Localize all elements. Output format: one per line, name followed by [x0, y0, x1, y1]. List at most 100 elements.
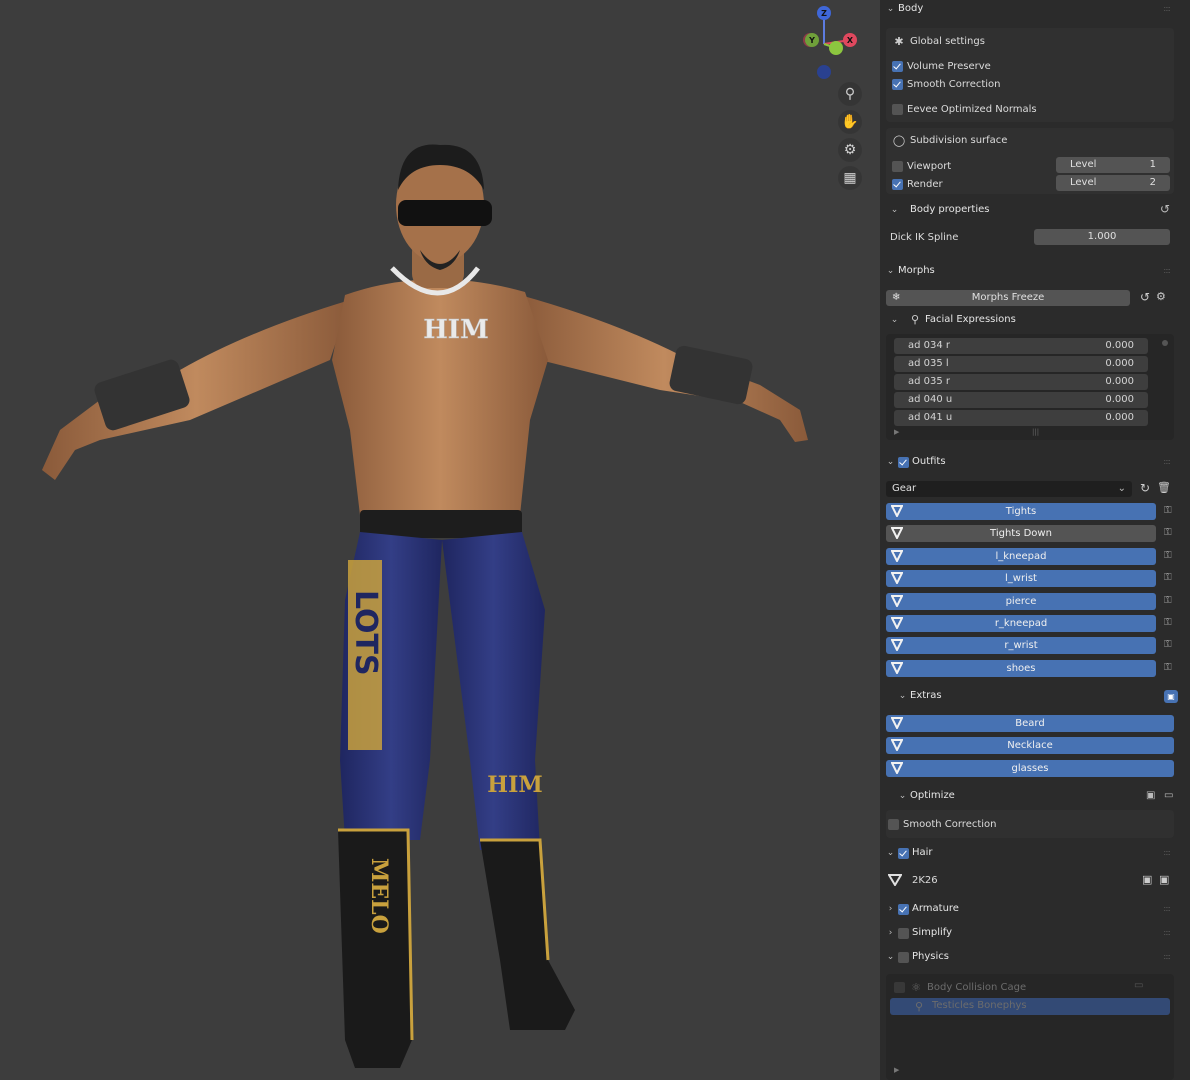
- monitor-icon[interactable]: ▭: [1134, 980, 1143, 991]
- list-item[interactable]: ad 035 r 0.000: [894, 374, 1148, 390]
- checkbox[interactable]: [892, 78, 903, 90]
- list-item[interactable]: ad 035 l 0.000: [894, 356, 1148, 372]
- lock-icon[interactable]: ⚿: [1164, 617, 1178, 629]
- simplify-section-header[interactable]: › Simplify: [886, 925, 952, 941]
- drag-handle-icon[interactable]: ::::: [1163, 904, 1171, 913]
- checkbox[interactable]: [892, 178, 903, 190]
- chevron-down-icon: ⌄: [898, 791, 907, 801]
- hair-checkbox[interactable]: [898, 847, 909, 859]
- checkbox[interactable]: [892, 60, 903, 72]
- extras-section-header[interactable]: ⌄ Extras: [898, 688, 942, 704]
- lock-icon[interactable]: ⚿: [1164, 595, 1178, 607]
- chevron-right-icon[interactable]: ▶: [894, 1066, 899, 1074]
- reset-icon[interactable]: ↺: [1160, 202, 1170, 216]
- refresh-icon[interactable]: ↻: [1140, 481, 1150, 495]
- hair-item[interactable]: 2K26: [888, 873, 938, 887]
- drag-handle-icon[interactable]: ::::: [1163, 848, 1171, 857]
- 3d-viewport[interactable]: HIM LOTS HIM MELO Z X Y ⚲ ✋ ⚙ ▦: [0, 0, 880, 1080]
- armature-section-header[interactable]: › Armature: [886, 901, 959, 917]
- list-item-selected[interactable]: ⚲ Testicles Bonephys: [890, 998, 1170, 1015]
- outfit-toggle-button[interactable]: l_kneepad: [886, 547, 1156, 565]
- dick-ik-slider[interactable]: 1.000: [1034, 229, 1170, 245]
- monitor-icon[interactable]: ▣: [1142, 873, 1152, 886]
- navigation-gizmo[interactable]: Z X Y: [788, 4, 862, 84]
- drag-handle-icon[interactable]: ::::: [1163, 266, 1171, 275]
- optimize-section-header[interactable]: ⌄ Optimize: [898, 788, 955, 804]
- facial-expressions-header[interactable]: ⌄ ⚲ Facial Expressions: [890, 312, 1016, 328]
- chevron-down-icon: ⌄: [898, 691, 907, 701]
- zoom-icon[interactable]: ⚲: [838, 82, 862, 106]
- drag-handle-icon[interactable]: ::::: [1163, 928, 1171, 937]
- body-properties-header[interactable]: ⌄ Body properties: [890, 202, 990, 218]
- render-level-field[interactable]: Level 2: [1056, 175, 1170, 191]
- drag-handle-icon[interactable]: ::::: [1163, 952, 1171, 961]
- volume-preserve-checkbox[interactable]: Volume Preserve: [892, 59, 991, 73]
- sliders-icon[interactable]: ⚙: [1156, 290, 1166, 303]
- scrollbar[interactable]: [1162, 340, 1168, 346]
- monitor-icon[interactable]: ▣: [1146, 790, 1155, 801]
- mesh-triangle-icon: [891, 761, 903, 774]
- camera-icon[interactable]: ▣: [1159, 873, 1169, 886]
- physics-list[interactable]: ⚛ Body Collision Cage ▭ ⚲ Testicles Bone…: [886, 974, 1174, 1080]
- outfit-toggle-button[interactable]: l_wrist: [886, 570, 1156, 588]
- extra-toggle-button[interactable]: glasses: [886, 759, 1174, 777]
- outfit-toggle-button[interactable]: shoes: [886, 659, 1156, 677]
- extra-toggle-button[interactable]: Beard: [886, 715, 1174, 732]
- character-model[interactable]: HIM LOTS HIM MELO: [0, 0, 880, 1080]
- armature-checkbox[interactable]: [898, 903, 909, 915]
- hair-section-header[interactable]: ⌄ Hair: [886, 845, 933, 861]
- viewport-checkbox[interactable]: Viewport: [892, 159, 951, 173]
- outfit-dropdown[interactable]: Gear ⌄: [886, 481, 1132, 497]
- outfit-toggle-button[interactable]: Tights Down: [886, 525, 1156, 543]
- smooth-correction-checkbox[interactable]: Smooth Correction: [892, 77, 1001, 91]
- outfit-toggle-button[interactable]: Tights: [886, 503, 1156, 520]
- checkbox[interactable]: [894, 981, 905, 993]
- render-checkbox[interactable]: Render: [892, 177, 943, 191]
- lock-icon[interactable]: ⚿: [1164, 572, 1178, 584]
- trash-icon[interactable]: 🗑: [1157, 481, 1171, 494]
- physics-section-header[interactable]: ⌄ Physics: [886, 949, 949, 965]
- lock-icon[interactable]: ⚿: [1164, 505, 1178, 517]
- camera-icon[interactable]: ⚙: [838, 138, 862, 162]
- chevron-right-icon[interactable]: ▶: [894, 428, 899, 436]
- morphs-freeze-button[interactable]: ❄ Morphs Freeze: [886, 290, 1130, 306]
- outfit-toggle-button[interactable]: r_wrist: [886, 637, 1156, 655]
- global-settings-title: ✱ Global settings: [892, 34, 985, 48]
- physics-checkbox[interactable]: [898, 951, 909, 963]
- outfits-checkbox[interactable]: [898, 456, 909, 468]
- properties-panel[interactable]: ⌄ Body :::: ✱ Global settings Volume Pre…: [880, 0, 1190, 1080]
- list-item[interactable]: ⚛ Body Collision Cage: [894, 980, 1026, 994]
- sunglasses: [398, 200, 492, 226]
- reset-icon[interactable]: ↺: [1140, 290, 1150, 304]
- morphs-section-header[interactable]: ⌄ Morphs: [886, 263, 935, 279]
- extra-toggle-button[interactable]: Necklace: [886, 737, 1174, 755]
- list-item[interactable]: ad 034 r 0.000: [894, 338, 1148, 354]
- outfit-toggle-button[interactable]: pierce: [886, 592, 1156, 610]
- list-item[interactable]: ad 040 u 0.000: [894, 392, 1148, 408]
- optimize-smooth-correction-checkbox[interactable]: Smooth Correction: [888, 817, 997, 831]
- display-icon[interactable]: ▭: [1164, 790, 1173, 801]
- simplify-checkbox[interactable]: [898, 927, 909, 939]
- lock-icon[interactable]: ⚿: [1164, 662, 1178, 674]
- drag-handle-icon[interactable]: ::::: [1163, 4, 1171, 13]
- outfit-toggle-button[interactable]: r_kneepad: [886, 615, 1156, 632]
- hand-icon[interactable]: ✋: [838, 110, 862, 134]
- checkbox[interactable]: [888, 818, 899, 830]
- facial-expressions-list[interactable]: ad 034 r 0.000 ad 035 l 0.000 ad 035 r 0…: [886, 334, 1174, 440]
- checkbox[interactable]: [892, 103, 903, 115]
- viewport-level-field[interactable]: Level 1: [1056, 157, 1170, 173]
- lock-icon[interactable]: ⚿: [1164, 639, 1178, 651]
- resize-grip-icon[interactable]: |||: [1032, 428, 1039, 436]
- chevron-down-icon: ⌄: [890, 205, 899, 215]
- body-section-header[interactable]: ⌄ Body: [886, 1, 924, 17]
- checkbox[interactable]: [892, 160, 903, 172]
- grid-icon[interactable]: ▦: [838, 166, 862, 190]
- eevee-normals-checkbox[interactable]: Eevee Optimized Normals: [892, 102, 1037, 116]
- drag-handle-icon[interactable]: ::::: [1163, 457, 1171, 466]
- lock-icon[interactable]: ⚿: [1164, 550, 1178, 562]
- outfits-section-header[interactable]: ⌄ Outfits: [886, 454, 946, 470]
- lock-icon[interactable]: ⚿: [1164, 527, 1178, 539]
- monitor-icon[interactable]: ▣: [1164, 690, 1178, 703]
- subdivision-box: ◯ Subdivision surface Viewport Render Le…: [886, 128, 1174, 194]
- list-item[interactable]: ad 041 u 0.000: [894, 410, 1148, 426]
